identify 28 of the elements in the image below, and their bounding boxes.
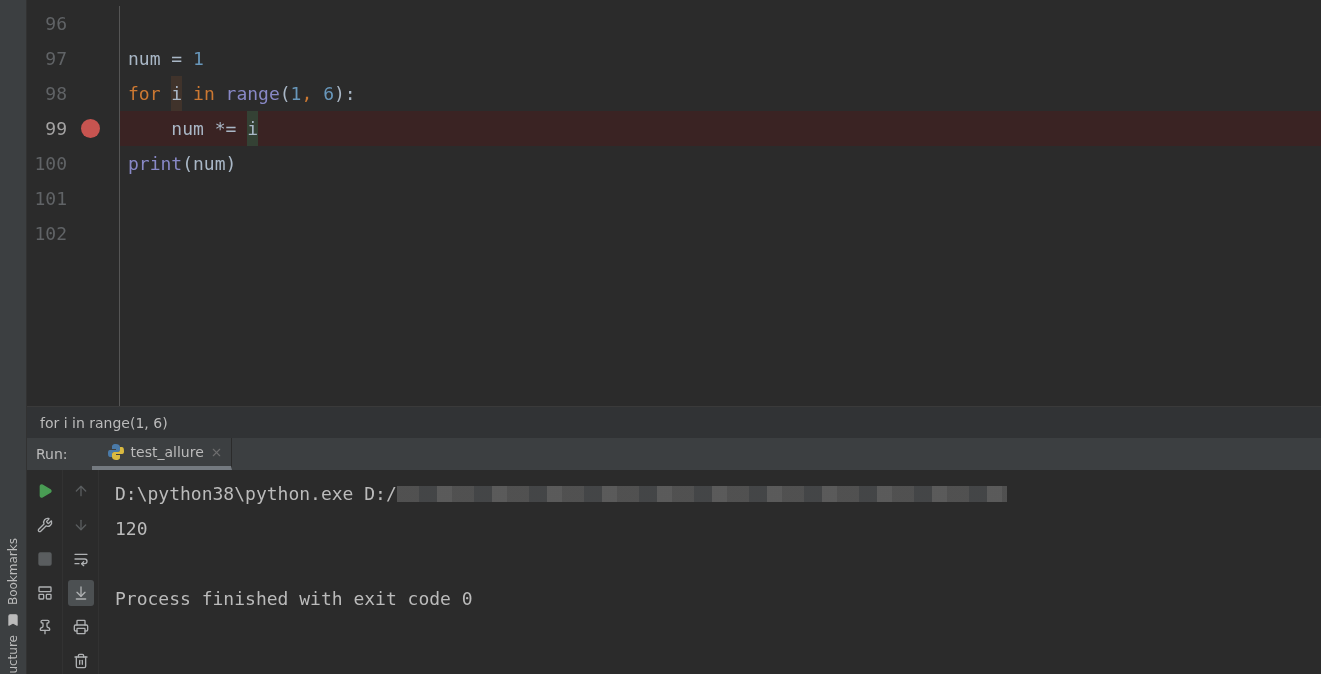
console-line: Process finished with exit code 0 [115,588,473,609]
bookmark-icon [6,613,20,628]
line-number: 97 [44,48,67,69]
print-icon [72,619,89,635]
tool-window-tab[interactable]: ucture [6,635,20,674]
scroll-to-end-button[interactable] [67,580,94,606]
line-number: 102 [33,223,67,244]
run-label: Run: [36,446,68,462]
tool-window-tab[interactable]: Bookmarks [6,538,20,606]
code-line: num *= i [128,111,259,146]
trash-icon [72,653,89,669]
line-number: 96 [44,13,67,34]
stop-icon [36,551,53,567]
python-icon [106,443,125,461]
code-line: print(num) [128,152,237,176]
console-line: 120 [115,518,148,539]
console-line: D:\python38\python.exe D:/ [115,483,397,504]
code-line: num = 1 [128,47,204,71]
breakpoint-icon[interactable] [81,119,100,138]
layout-icon [36,585,53,601]
code-line: for i in range(1, 6): [128,76,356,111]
line-number: 100 [33,153,67,174]
line-number: 101 [33,188,67,209]
soft-wrap-icon [72,551,89,567]
line-number: 99 [44,118,67,139]
line-number: 98 [44,83,67,104]
breadcrumb[interactable]: for i in range(1, 6) [40,414,168,431]
wrench-icon [36,517,53,533]
